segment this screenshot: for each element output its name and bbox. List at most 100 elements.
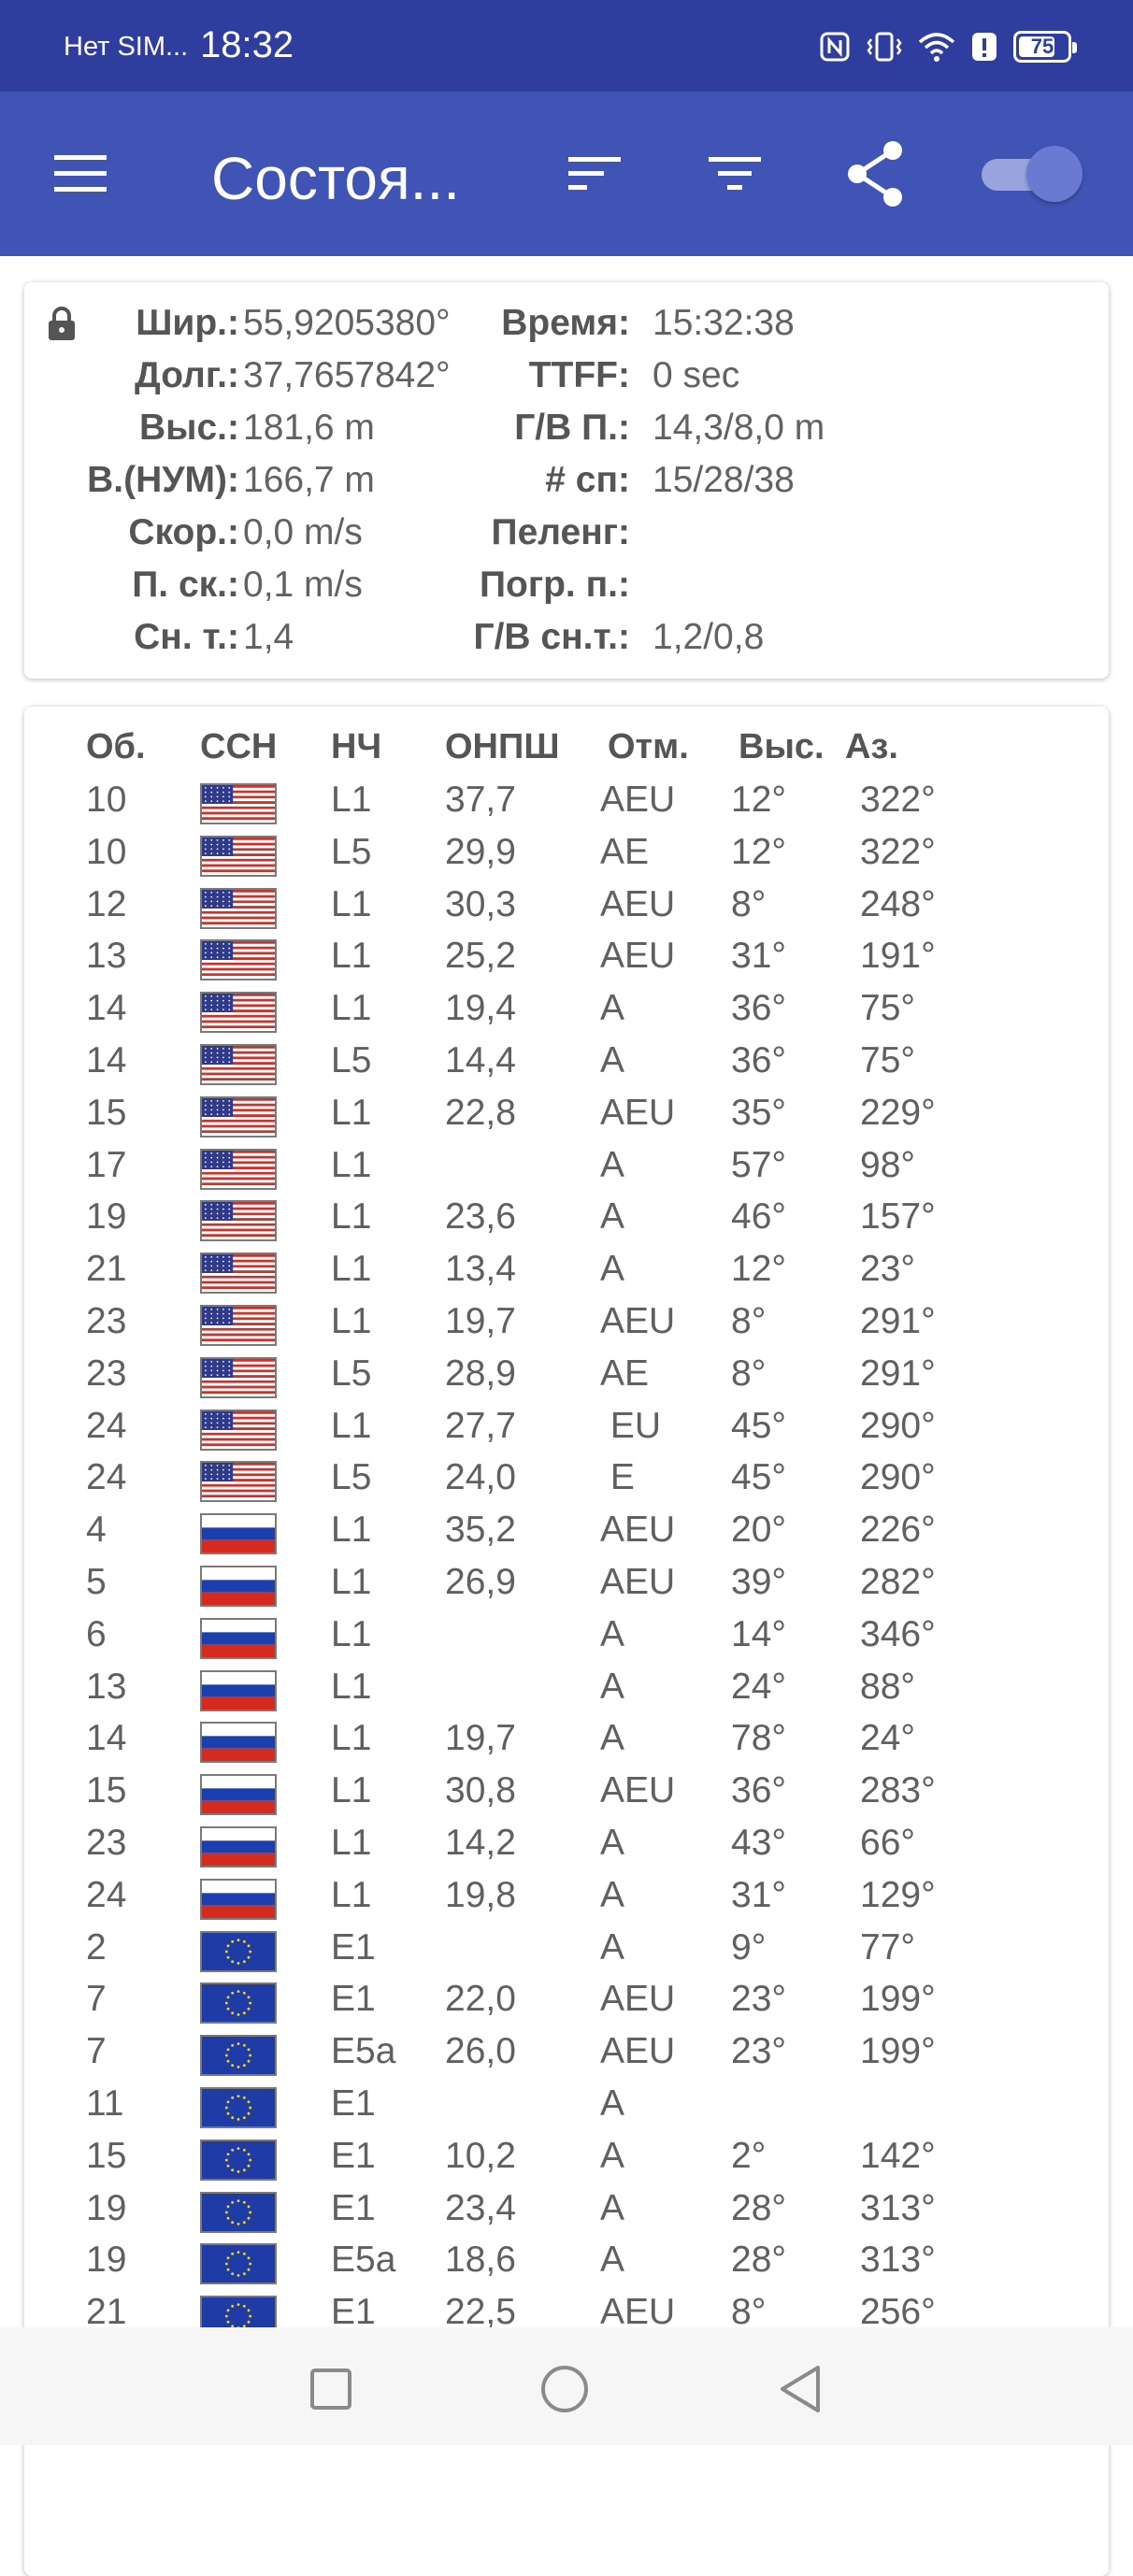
cell-flags: E bbox=[600, 1457, 635, 1498]
cell-svid: 12 bbox=[86, 883, 127, 924]
table-row[interactable]: 11 E1 A bbox=[24, 2083, 1109, 2136]
table-row[interactable]: 23 L1 14,2 A 43° 66° bbox=[24, 1823, 1109, 1875]
table-row[interactable]: 4 L1 35,2 AEU 20° 226° bbox=[24, 1510, 1109, 1562]
sort-button[interactable] bbox=[557, 136, 632, 211]
cell-flags: AEU bbox=[600, 2031, 676, 2072]
cell-cn0: 23,4 bbox=[445, 2187, 516, 2228]
table-row[interactable]: 10 L1 37,7 AEU 12° 322° bbox=[24, 780, 1109, 832]
table-row[interactable]: 24 L1 27,7 EU 45° 290° bbox=[24, 1406, 1109, 1458]
cell-svid: 5 bbox=[86, 1562, 107, 1602]
info-value: 0 sec bbox=[653, 355, 740, 395]
cell-elevation: 39° bbox=[731, 1562, 786, 1602]
back-button[interactable] bbox=[772, 2361, 828, 2417]
cell-azimuth: 322° bbox=[860, 831, 936, 872]
cell-band: E1 bbox=[331, 1979, 376, 2020]
cell-svid: 15 bbox=[86, 1770, 127, 1811]
cell-svid: 15 bbox=[86, 2135, 127, 2176]
flag-ru-icon bbox=[200, 1774, 277, 1816]
cell-flags: AEU bbox=[600, 883, 676, 924]
header-band[interactable]: НЧ bbox=[331, 727, 381, 767]
toggle-switch[interactable] bbox=[978, 140, 1083, 206]
table-row[interactable]: 19 E5a 18,6 A 28° 313° bbox=[24, 2240, 1109, 2292]
flag-us-icon bbox=[200, 1409, 277, 1451]
cell-cn0: 28,9 bbox=[445, 1352, 516, 1394]
flag-ru-icon bbox=[200, 1617, 277, 1659]
table-row[interactable]: 23 L5 28,9 AE 8° 291° bbox=[24, 1353, 1109, 1406]
cell-svid: 4 bbox=[86, 1510, 107, 1551]
table-row[interactable]: 12 L1 30,3 AEU 8° 248° bbox=[24, 884, 1109, 937]
info-label: # сп: bbox=[545, 460, 630, 500]
clock: 18:32 bbox=[200, 24, 294, 65]
table-row[interactable]: 7 E5a 26,0 AEU 23° 199° bbox=[24, 2031, 1109, 2083]
table-row[interactable]: 19 E1 23,4 A 28° 313° bbox=[24, 2188, 1109, 2240]
flag-us-icon bbox=[200, 1200, 277, 1242]
cell-band: L1 bbox=[331, 1092, 372, 1133]
cell-band: L1 bbox=[331, 1196, 372, 1238]
cell-band: L5 bbox=[331, 1352, 372, 1394]
table-row[interactable]: 15 L1 30,8 AEU 36° 283° bbox=[24, 1770, 1109, 1823]
cell-flags: AEU bbox=[600, 780, 676, 820]
header-azimuth[interactable]: Аз. bbox=[845, 727, 898, 767]
cell-svid: 10 bbox=[86, 831, 127, 872]
table-row[interactable]: 21 L1 13,4 A 12° 23° bbox=[24, 1249, 1109, 1301]
battery-icon: 75 bbox=[1013, 31, 1077, 63]
cell-svid: 23 bbox=[86, 1301, 127, 1341]
cell-svid: 19 bbox=[86, 2187, 127, 2228]
table-row[interactable]: 13 L1 A 24° 88° bbox=[24, 1667, 1109, 1719]
cell-flags: A bbox=[600, 2240, 625, 2281]
system-nav-bar bbox=[0, 2327, 1133, 2445]
filter-button[interactable] bbox=[697, 136, 772, 211]
table-row[interactable]: 7 E1 22,0 AEU 23° 199° bbox=[24, 1979, 1109, 2031]
cell-cn0: 35,2 bbox=[445, 1510, 516, 1551]
sort-icon bbox=[568, 157, 621, 190]
table-row[interactable]: 5 L1 26,9 AEU 39° 282° bbox=[24, 1562, 1109, 1614]
table-row[interactable]: 19 L1 23,6 A 46° 157° bbox=[24, 1196, 1109, 1249]
table-row[interactable]: 10 L5 29,9 AE 12° 322° bbox=[24, 832, 1109, 884]
table-row[interactable]: 15 E1 10,2 A 2° 142° bbox=[24, 2136, 1109, 2188]
share-button[interactable] bbox=[838, 136, 912, 211]
cell-band: L1 bbox=[331, 1770, 372, 1811]
cell-elevation: 20° bbox=[731, 1510, 786, 1551]
table-row[interactable]: 2 E1 A 9° 77° bbox=[24, 1927, 1109, 1980]
info-value: 1,4 bbox=[243, 617, 294, 657]
home-button[interactable] bbox=[537, 2361, 593, 2417]
header-cn0[interactable]: ОНПШ bbox=[445, 727, 560, 767]
cell-flags: A bbox=[600, 1196, 625, 1238]
menu-button[interactable] bbox=[50, 150, 110, 198]
table-row[interactable]: 15 L1 22,8 AEU 35° 229° bbox=[24, 1093, 1109, 1145]
cell-svid: 6 bbox=[86, 1613, 107, 1654]
header-svid[interactable]: Об. bbox=[86, 727, 146, 767]
info-value: 0,0 m/s bbox=[243, 512, 363, 552]
cell-svid: 23 bbox=[86, 1352, 127, 1394]
cell-azimuth: 322° bbox=[860, 780, 936, 820]
flag-us-icon bbox=[200, 1356, 277, 1398]
cell-elevation: 31° bbox=[731, 936, 786, 977]
cell-band: L1 bbox=[331, 936, 372, 977]
table-row[interactable]: 23 L1 19,7 AEU 8° 291° bbox=[24, 1301, 1109, 1353]
recents-button[interactable] bbox=[303, 2361, 359, 2417]
header-flags[interactable]: Отм. bbox=[608, 727, 689, 767]
cell-cn0: 10,2 bbox=[445, 2135, 516, 2176]
table-row[interactable]: 14 L1 19,4 A 36° 75° bbox=[24, 988, 1109, 1040]
cell-svid: 7 bbox=[86, 2031, 107, 2072]
table-row[interactable]: 6 L1 A 14° 346° bbox=[24, 1614, 1109, 1667]
table-row[interactable]: 14 L1 19,7 A 78° 24° bbox=[24, 1718, 1109, 1770]
header-constellation[interactable]: ССН bbox=[200, 727, 277, 767]
table-row[interactable]: 24 L5 24,0 E 45° 290° bbox=[24, 1457, 1109, 1510]
flag-us-icon bbox=[200, 992, 277, 1034]
table-header: Об. ССН НЧ ОНПШ Отм. Выс. Аз. bbox=[24, 727, 1109, 780]
table-row[interactable]: 13 L1 25,2 AEU 31° 191° bbox=[24, 936, 1109, 988]
info-value: 181,6 m bbox=[243, 408, 375, 448]
header-elevation[interactable]: Выс. bbox=[739, 727, 825, 767]
cell-band: L1 bbox=[331, 1718, 372, 1759]
info-label: TTFF: bbox=[528, 355, 630, 395]
cell-cn0: 30,8 bbox=[445, 1770, 516, 1811]
table-row[interactable]: 17 L1 A 57° 98° bbox=[24, 1145, 1109, 1197]
cell-azimuth: 191° bbox=[860, 936, 936, 977]
flag-us-icon bbox=[200, 1252, 277, 1295]
toggle-thumb bbox=[1026, 146, 1083, 202]
table-row[interactable]: 14 L5 14,4 A 36° 75° bbox=[24, 1040, 1109, 1093]
cell-cn0: 26,9 bbox=[445, 1562, 516, 1602]
alert-icon bbox=[970, 31, 998, 63]
table-row[interactable]: 24 L1 19,8 A 31° 129° bbox=[24, 1875, 1109, 1927]
